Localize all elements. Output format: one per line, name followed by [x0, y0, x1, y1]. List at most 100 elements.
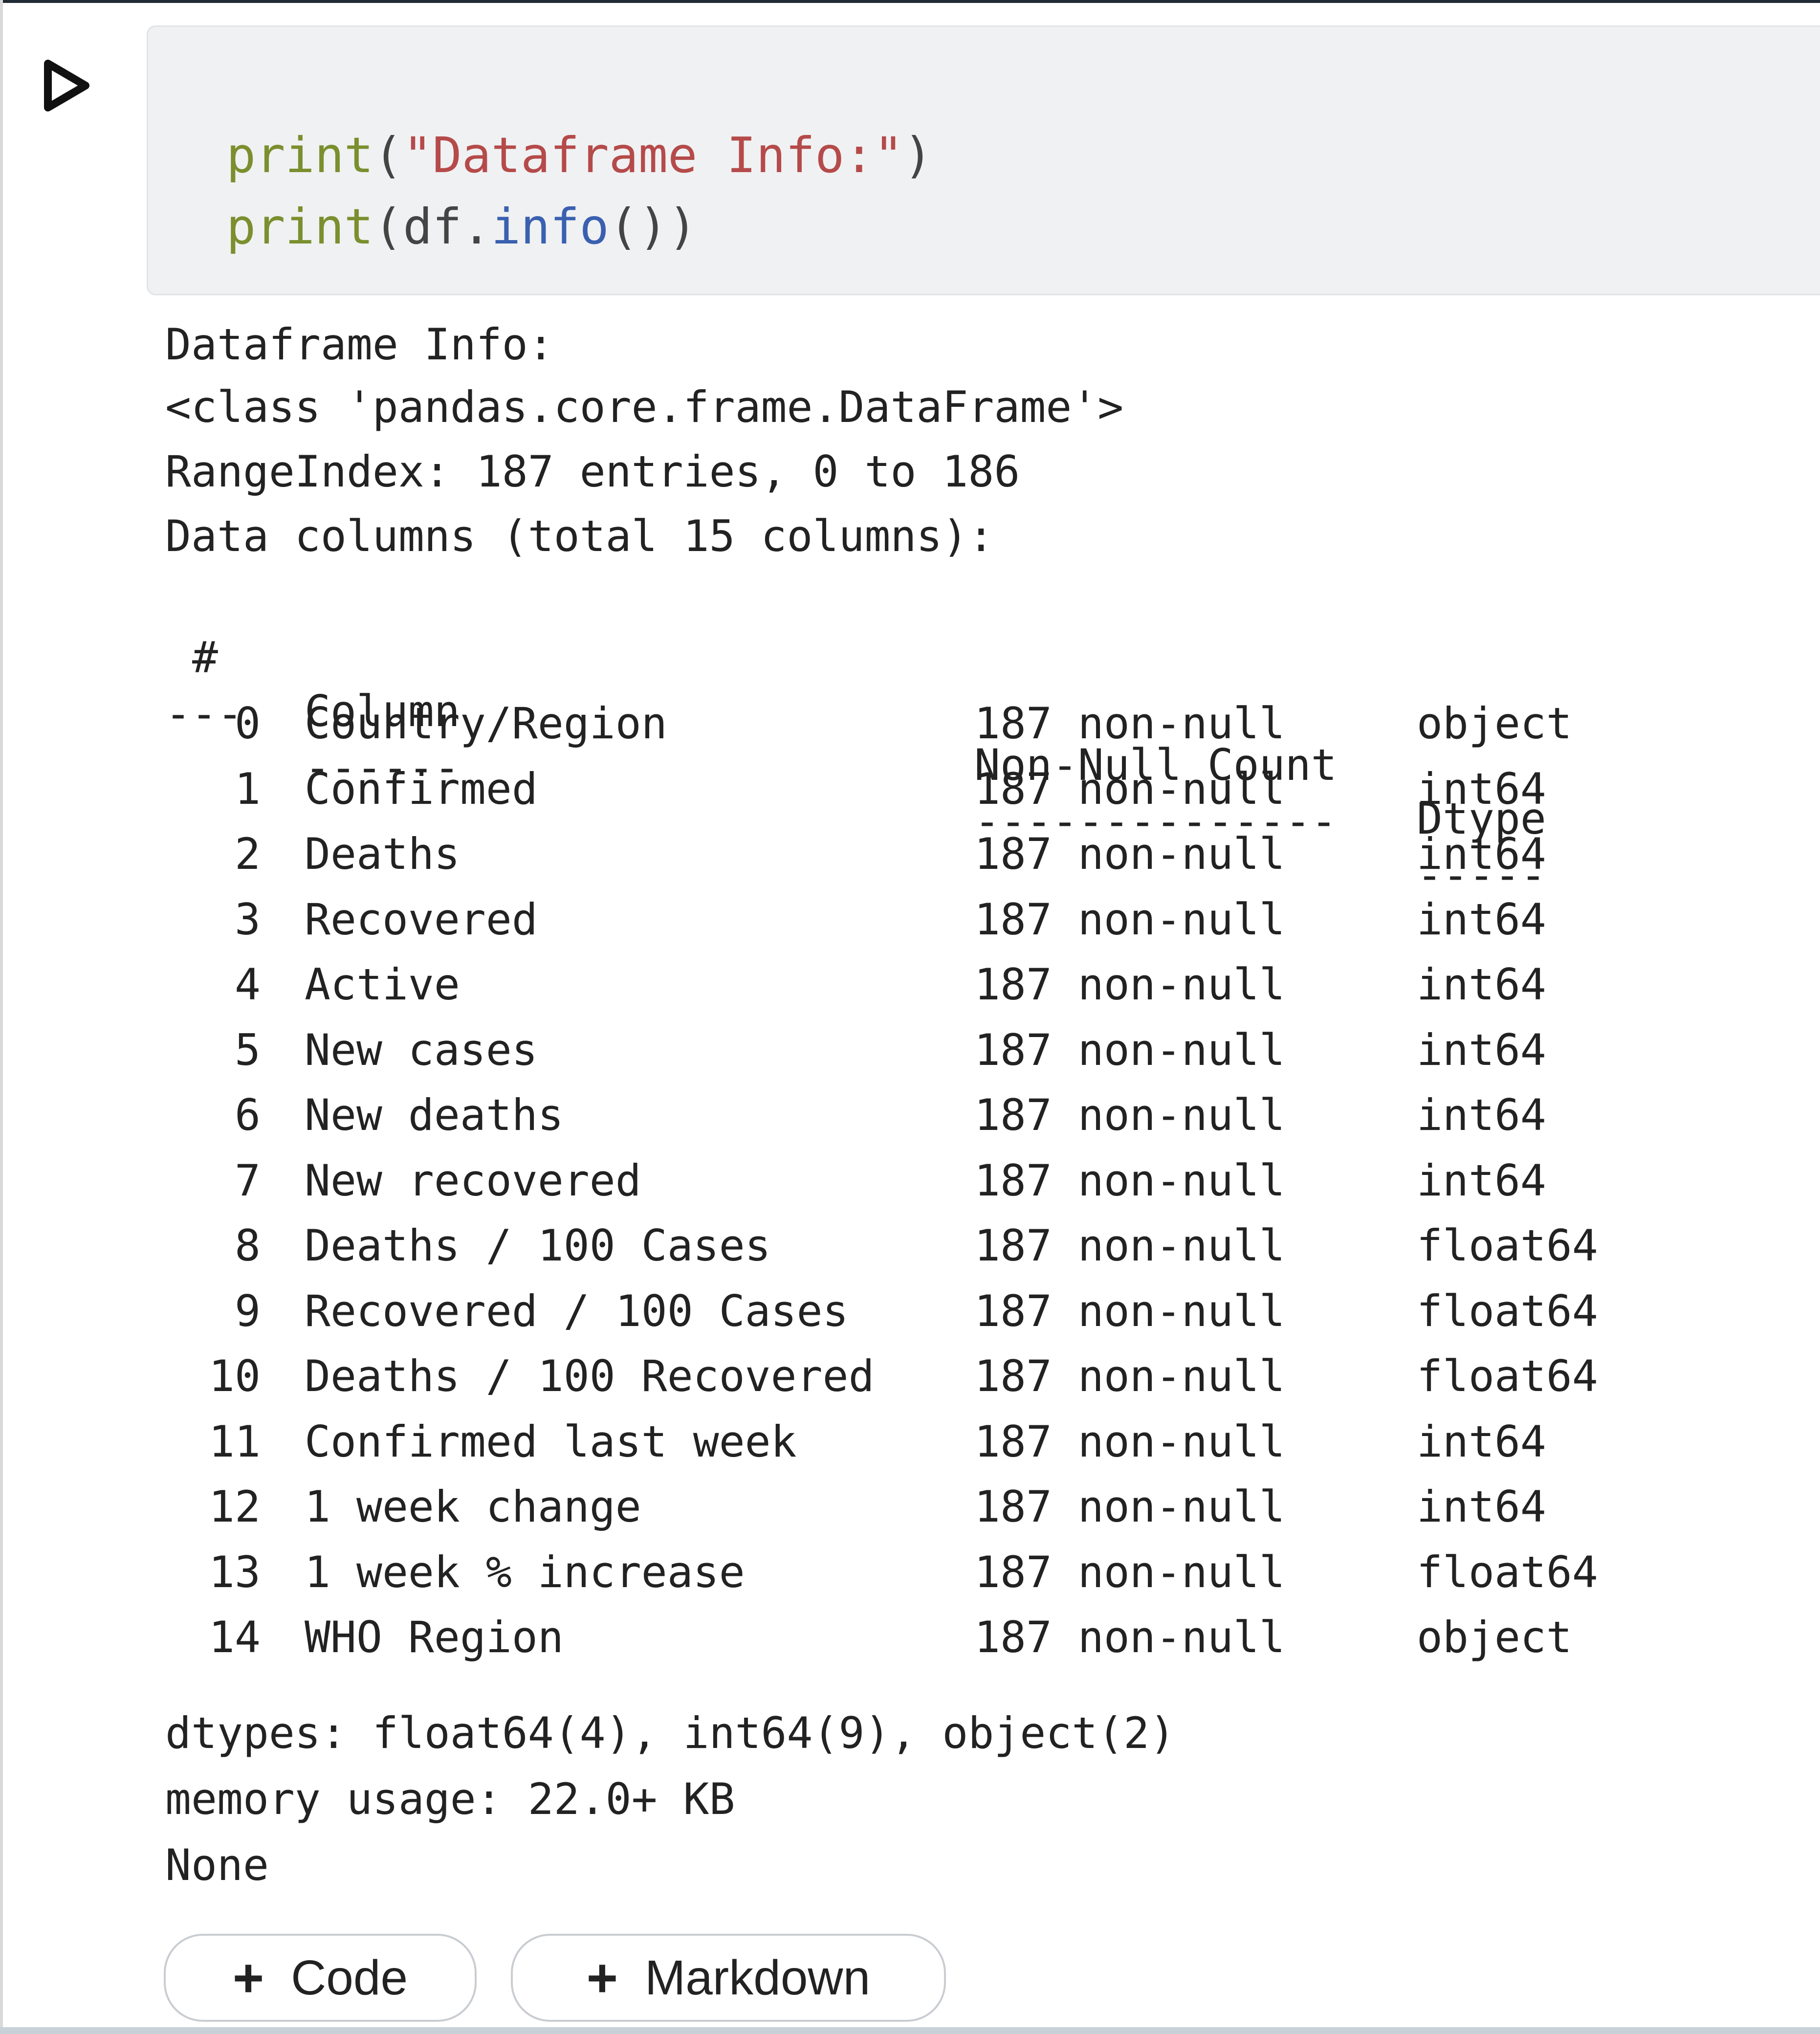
table-row: 3 Recovered 187 non-null int64: [165, 893, 1778, 947]
return-value: None: [165, 1840, 269, 1890]
table-row: 5 New cases 187 non-null int64: [165, 1023, 1778, 1077]
add-markdown-label: Markdown: [644, 1950, 871, 2005]
row-non-null-count: 187 non-null: [974, 1025, 1285, 1075]
row-index: 10: [209, 1351, 261, 1401]
row-non-null-count: 187 non-null: [974, 1090, 1285, 1140]
row-non-null-count: 187 non-null: [974, 829, 1285, 879]
row-index: 0: [235, 698, 261, 749]
table-row: 1 Confirmed 187 non-null int64: [165, 762, 1778, 816]
row-index: 5: [235, 1025, 261, 1075]
code-token: (: [373, 198, 403, 255]
row-dtype: float64: [1417, 1547, 1598, 1597]
table-row: 9 Recovered / 100 Cases 187 non-null float6…: [165, 1284, 1778, 1338]
code-token: print: [226, 198, 374, 255]
row-column-name: WHO Region: [305, 1612, 564, 1662]
table-row: 0 Country/Region 187 non-null object: [165, 697, 1778, 751]
table-row: 6 New deaths 187 non-null int64: [165, 1088, 1778, 1142]
plus-icon: +: [586, 1947, 618, 2008]
row-index: 4: [235, 959, 261, 1010]
info-table-separator: --- ------ -------------- -----: [165, 633, 1778, 900]
output-line: Data columns (total 15 columns):: [165, 511, 994, 561]
output-line: RangeIndex: 187 entries, 0 to 186: [165, 446, 1020, 497]
row-non-null-count: 187 non-null: [974, 894, 1285, 945]
code-cell-editor[interactable]: print("Dataframe Info:") print(df.info()…: [147, 25, 1820, 295]
row-dtype: int64: [1417, 1155, 1546, 1206]
row-index: 3: [235, 894, 261, 945]
table-row: 13 1 week % increase 187 non-null float64: [165, 1546, 1778, 1599]
table-row: 4 Active 187 non-null int64: [165, 958, 1778, 1012]
plus-icon: +: [232, 1947, 264, 2008]
row-dtype: int64: [1417, 959, 1546, 1010]
row-dtype: float64: [1417, 1220, 1598, 1271]
row-column-name: Recovered / 100 Cases: [305, 1286, 849, 1336]
code-token: ()): [609, 198, 698, 255]
row-column-name: 1 week % increase: [305, 1547, 745, 1597]
row-index: 13: [209, 1547, 261, 1597]
output-line: Dataframe Info:: [165, 319, 554, 370]
code-token: "Dataframe Info:": [403, 127, 903, 184]
row-column-name: Active: [305, 959, 460, 1010]
row-index: 6: [235, 1090, 261, 1140]
row-dtype: int64: [1417, 1090, 1546, 1140]
row-index: 12: [209, 1481, 261, 1532]
row-column-name: 1 week change: [305, 1481, 641, 1532]
row-dtype: int64: [1417, 1416, 1546, 1467]
info-table-header: # Column Non-Null Count Dtype: [165, 577, 1778, 844]
row-column-name: Deaths / 100 Cases: [305, 1220, 771, 1271]
row-column-name: New recovered: [305, 1155, 641, 1206]
row-index: 9: [235, 1286, 261, 1336]
code-token: (: [373, 127, 403, 184]
row-non-null-count: 187 non-null: [974, 1416, 1285, 1467]
code-token: info: [491, 198, 609, 255]
row-dtype: object: [1417, 698, 1572, 749]
row-index: 1: [235, 764, 261, 814]
dtypes-summary: dtypes: float64(4), int64(9), object(2): [165, 1708, 1176, 1758]
row-dtype: object: [1417, 1612, 1572, 1662]
top-border: [0, 0, 1820, 3]
run-cell-button[interactable]: [39, 59, 93, 112]
row-non-null-count: 187 non-null: [974, 1481, 1285, 1532]
memory-usage: memory usage: 22.0+ KB: [165, 1774, 735, 1824]
row-column-name: Deaths: [305, 829, 460, 879]
table-row: 10 Deaths / 100 Recovered 187 non-null floa…: [165, 1349, 1778, 1403]
row-dtype: float64: [1417, 1286, 1598, 1336]
row-index: 14: [209, 1612, 261, 1662]
table-row: 12 1 week change 187 non-null int64: [165, 1480, 1778, 1534]
row-index: 8: [235, 1220, 261, 1271]
add-code-cell-button[interactable]: + Code: [164, 1934, 477, 2022]
code-line-2: print(df.info()): [226, 191, 697, 263]
row-dtype: int64: [1417, 829, 1546, 879]
row-dtype: int64: [1417, 1025, 1546, 1075]
row-non-null-count: 187 non-null: [974, 698, 1285, 749]
play-icon: [44, 60, 89, 111]
code-token: df.: [403, 198, 491, 255]
row-column-name: New deaths: [305, 1090, 564, 1140]
row-non-null-count: 187 non-null: [974, 1286, 1285, 1336]
row-column-name: Deaths / 100 Recovered: [305, 1351, 875, 1401]
code-token: ): [903, 127, 933, 184]
row-index: 7: [235, 1155, 261, 1206]
add-markdown-cell-button[interactable]: + Markdown: [511, 1934, 946, 2022]
row-non-null-count: 187 non-null: [974, 764, 1285, 814]
code-line-1: print("Dataframe Info:"): [226, 120, 933, 191]
table-row: 14 WHO Region 187 non-null object: [165, 1611, 1778, 1664]
add-code-label: Code: [291, 1950, 408, 2005]
row-column-name: Confirmed last week: [305, 1416, 797, 1467]
row-non-null-count: 187 non-null: [974, 1612, 1285, 1662]
row-non-null-count: 187 non-null: [974, 1547, 1285, 1597]
left-border: [0, 0, 3, 2034]
bottom-border: [0, 2027, 1820, 2034]
notebook-frame: print("Dataframe Info:") print(df.info()…: [0, 0, 1820, 2034]
row-non-null-count: 187 non-null: [974, 1220, 1285, 1271]
table-row: 7 New recovered 187 non-null int64: [165, 1154, 1778, 1208]
row-dtype: float64: [1417, 1351, 1598, 1401]
row-column-name: Confirmed: [305, 764, 538, 814]
row-dtype: int64: [1417, 764, 1546, 814]
row-non-null-count: 187 non-null: [974, 959, 1285, 1010]
row-column-name: Country/Region: [305, 698, 667, 749]
row-column-name: New cases: [305, 1025, 538, 1075]
row-index: 11: [209, 1416, 261, 1467]
row-non-null-count: 187 non-null: [974, 1351, 1285, 1401]
row-column-name: Recovered: [305, 894, 538, 945]
output-line: <class 'pandas.core.frame.DataFrame'>: [165, 382, 1124, 432]
